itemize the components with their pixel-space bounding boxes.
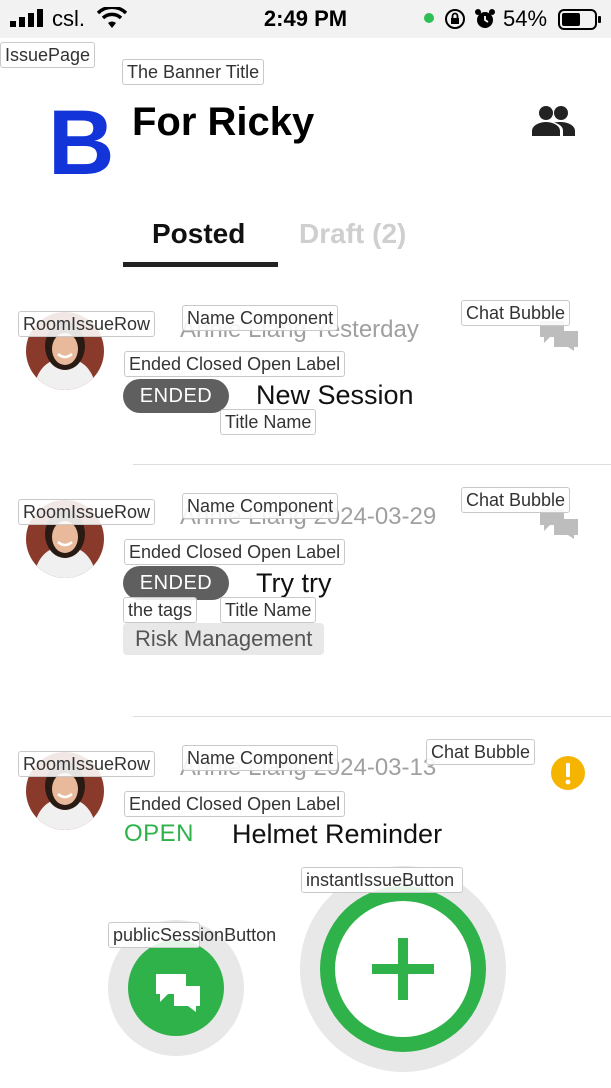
row-divider	[133, 716, 611, 717]
debug-label-title: Title Name	[220, 597, 317, 623]
debug-label-page: IssuePage	[0, 42, 96, 68]
debug-label-chat: Chat Bubble	[461, 300, 571, 326]
debug-label-row: RoomIssueRow	[18, 499, 156, 525]
debug-label-row: RoomIssueRow	[18, 311, 156, 337]
instant-issue-button[interactable]	[300, 866, 506, 1072]
orientation-lock-icon	[445, 9, 465, 29]
battery-percent: 54%	[503, 6, 548, 31]
debug-label-name: Name Component	[182, 745, 339, 771]
debug-label-status: Ended Closed Open Label	[124, 351, 346, 377]
issue-title: Helmet Reminder	[232, 819, 443, 849]
status-badge-ended: ENDED	[123, 379, 229, 413]
brand-logo: B	[48, 92, 115, 194]
status-badge-ended: ENDED	[123, 566, 229, 600]
debug-label-chat: Chat Bubble	[461, 487, 571, 513]
debug-label-name: Name Component	[182, 493, 339, 519]
debug-label-status: Ended Closed Open Label	[124, 791, 346, 817]
debug-label-instant-button: instantIssueButton	[301, 867, 463, 893]
warning-icon	[551, 756, 585, 790]
battery-icon	[558, 9, 601, 30]
tab-draft[interactable]: Draft (2)	[299, 218, 406, 250]
issue-title: New Session	[256, 380, 414, 410]
status-badge-open: OPEN	[124, 820, 195, 847]
alarm-icon	[475, 9, 495, 28]
people-icon[interactable]	[530, 104, 576, 138]
debug-label-name: Name Component	[182, 305, 339, 331]
debug-label-status: Ended Closed Open Label	[124, 539, 346, 565]
debug-label-chat: Chat Bubble	[426, 739, 536, 765]
status-bar: csl. 2:49 PM 54%	[0, 0, 611, 38]
active-tab-indicator	[123, 262, 278, 267]
tag-chip: Risk Management	[123, 623, 325, 655]
banner-title: For Ricky	[132, 100, 315, 144]
privacy-dot-icon	[424, 13, 434, 23]
row-divider	[133, 464, 611, 465]
debug-label-tags: the tags	[123, 597, 198, 623]
issue-title: Try try	[256, 568, 332, 598]
debug-label-title: Title Name	[220, 409, 317, 435]
debug-label-banner-title: The Banner Title	[122, 59, 265, 85]
tab-posted[interactable]: Posted	[152, 218, 245, 250]
debug-label-public-button: publicSessionButton	[108, 922, 276, 948]
debug-label-row: RoomIssueRow	[18, 751, 156, 777]
